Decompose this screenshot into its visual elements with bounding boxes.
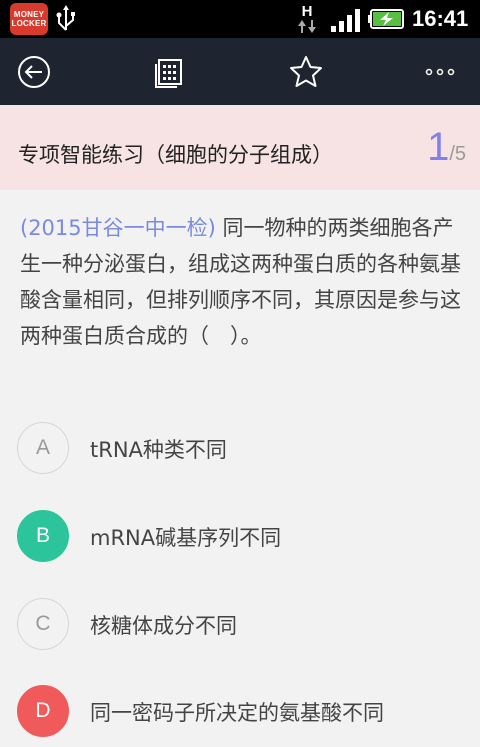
favorite-star-button[interactable] xyxy=(286,52,326,92)
more-options-button[interactable] xyxy=(420,52,460,92)
question-source: (2015甘谷一中一检) xyxy=(20,216,216,240)
status-clock: 16:41 xyxy=(412,6,469,31)
option-c-letter: C xyxy=(17,598,69,650)
option-d-letter-wrong: D xyxy=(17,685,69,737)
battery-charging-icon xyxy=(368,9,404,29)
option-b-letter-correct: B xyxy=(17,510,69,562)
answer-sheet-button[interactable] xyxy=(148,52,188,92)
option-d-text: 同一密码子所决定的氨基酸不同 xyxy=(90,701,384,725)
current-question-number: 1 xyxy=(427,125,450,169)
option-d[interactable]: D 同一密码子所决定的氨基酸不同 xyxy=(0,681,480,741)
option-b-text: mRNA碱基序列不同 xyxy=(90,526,282,550)
option-b[interactable]: B mRNA碱基序列不同 xyxy=(0,506,480,566)
option-a-letter: A xyxy=(17,422,69,474)
status-bar: MONEY LOCKER H 16:41 xyxy=(0,0,480,38)
question-counter: 1/5 xyxy=(427,125,466,170)
question-stem: (2015甘谷一中一检) 同一物种的两类细胞各产生一种分泌蛋白，组成这两种蛋白质… xyxy=(20,210,465,354)
usb-icon xyxy=(56,5,75,31)
network-h-icon: H xyxy=(298,3,316,33)
option-c[interactable]: C 核糖体成分不同 xyxy=(0,594,480,654)
money-locker-app-icon: MONEY LOCKER xyxy=(10,3,48,35)
signal-strength-icon xyxy=(331,9,360,32)
toolbar xyxy=(0,38,480,105)
network-label: H xyxy=(302,3,313,20)
option-a[interactable]: A tRNA种类不同 xyxy=(0,418,480,478)
back-button[interactable] xyxy=(14,52,54,92)
option-c-text: 核糖体成分不同 xyxy=(90,614,237,638)
total-questions: 5 xyxy=(454,143,466,165)
practice-header: 专项智能练习（细胞的分子组成） 1/5 xyxy=(0,105,480,190)
page-title: 专项智能练习（细胞的分子组成） xyxy=(18,143,333,167)
option-a-text: tRNA种类不同 xyxy=(90,438,227,462)
